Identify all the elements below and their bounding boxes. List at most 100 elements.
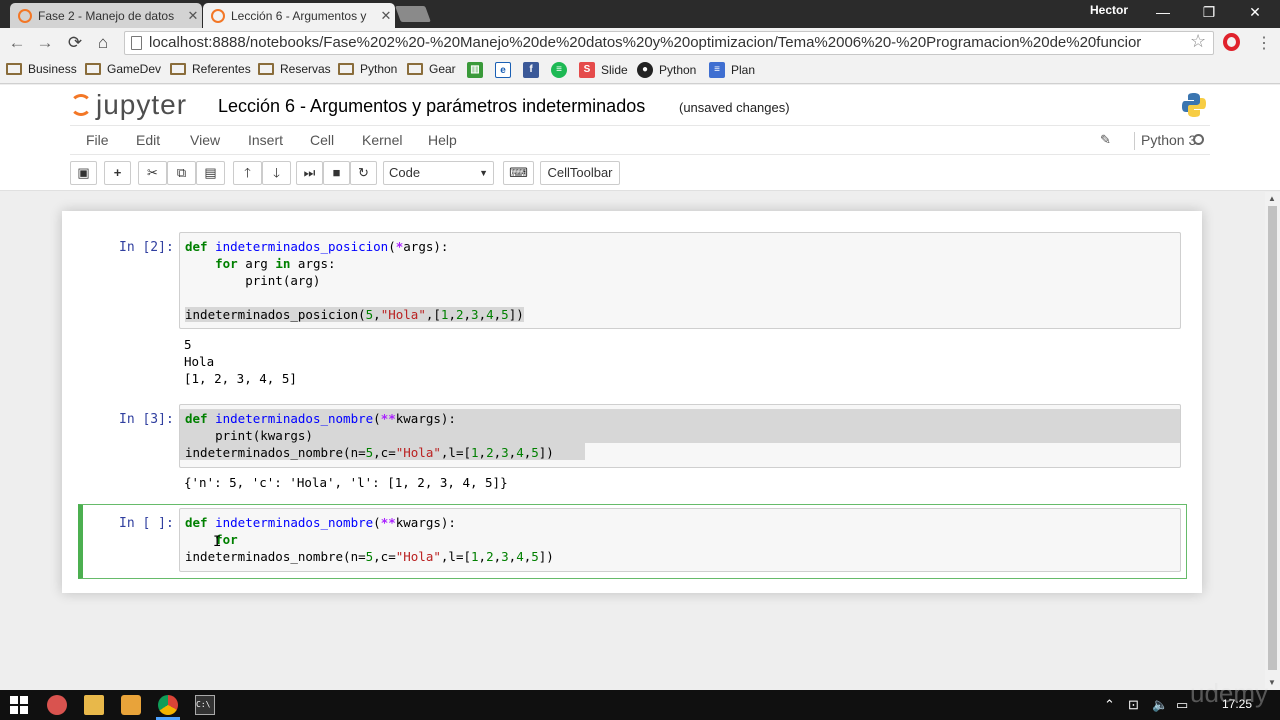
page-icon bbox=[131, 36, 142, 50]
reload-icon[interactable]: ⟳ bbox=[64, 32, 86, 54]
browser-menu-icon[interactable]: ⋮ bbox=[1256, 33, 1272, 53]
chevron-down-icon: ▼ bbox=[479, 168, 488, 178]
menu-cell[interactable]: Cell bbox=[310, 132, 334, 148]
terminal-icon[interactable]: C:\ bbox=[195, 695, 215, 715]
bookmarks-bar: Business GameDev Referentes Reservas Pyt… bbox=[0, 58, 1280, 84]
menu-help[interactable]: Help bbox=[428, 132, 457, 148]
slide-icon: S bbox=[579, 62, 595, 78]
command-palette-button[interactable]: ⌨ bbox=[503, 161, 534, 185]
menu-insert[interactable]: Insert bbox=[248, 132, 283, 148]
edit-mode-pencil-icon: ✎ bbox=[1100, 132, 1111, 147]
plan-icon: ≡ bbox=[709, 62, 725, 78]
bookmark-referentes[interactable]: Referentes bbox=[170, 62, 251, 76]
chrome-icon[interactable] bbox=[158, 695, 178, 715]
bookmark-python-folder[interactable]: Python bbox=[338, 62, 397, 76]
bookmark-trello[interactable]: ▥ bbox=[467, 62, 489, 78]
address-bar[interactable]: localhost:8888/notebooks/Fase%202%20-%20… bbox=[124, 31, 1214, 55]
code-cell-source[interactable]: def indeterminados_nombre(**kwargs): pri… bbox=[185, 410, 554, 461]
bookmark-gear[interactable]: Gear bbox=[407, 62, 456, 76]
windows-start-icon[interactable] bbox=[9, 695, 29, 715]
run-cell-button[interactable]: ⏭ bbox=[296, 161, 323, 185]
scroll-down-icon[interactable]: ▼ bbox=[1268, 678, 1276, 687]
scroll-up-icon[interactable]: ▲ bbox=[1268, 194, 1276, 203]
keyboard-icon: ⌨ bbox=[509, 165, 528, 180]
cell-type-select[interactable]: Code ▼ bbox=[383, 161, 494, 185]
restore-icon[interactable]: ❐ bbox=[1194, 4, 1224, 22]
copy-button[interactable]: ⧉ bbox=[167, 161, 196, 185]
notifications-icon[interactable]: ▭ bbox=[1176, 697, 1188, 713]
cut-button[interactable]: ✂ bbox=[138, 161, 167, 185]
home-icon[interactable]: ⌂ bbox=[92, 32, 114, 54]
refresh-icon: ↻ bbox=[358, 165, 369, 180]
folder-icon bbox=[85, 63, 101, 75]
profile-name[interactable]: Hector bbox=[1090, 3, 1130, 17]
move-down-button[interactable]: 🡓 bbox=[262, 161, 291, 185]
browser-toolbar: ← → ⟳ ⌂ localhost:8888/notebooks/Fase%20… bbox=[0, 28, 1280, 58]
jupyter-header: jupyter Lección 6 - Argumentos y parámet… bbox=[0, 85, 1280, 191]
kernel-idle-icon bbox=[1193, 134, 1204, 145]
bookmark-reservas[interactable]: Reservas bbox=[258, 62, 331, 76]
bookmark-docs[interactable]: e bbox=[495, 62, 517, 78]
folder-icon bbox=[407, 63, 423, 75]
kernel-indicator: Python 3 bbox=[1130, 132, 1196, 151]
new-tab-button[interactable] bbox=[395, 6, 431, 22]
bookmark-label: Slide bbox=[601, 63, 628, 77]
page-scrollbar[interactable]: ▲ ▼ bbox=[1265, 192, 1280, 690]
text-cursor-icon: I bbox=[213, 534, 222, 550]
interrupt-button[interactable]: ■ bbox=[323, 161, 350, 185]
bookmark-business[interactable]: Business bbox=[6, 62, 77, 76]
menu-edit[interactable]: Edit bbox=[136, 132, 160, 148]
plus-icon: + bbox=[113, 165, 122, 180]
insert-cell-button[interactable]: + bbox=[104, 161, 131, 185]
folder-icon bbox=[6, 63, 22, 75]
udemy-watermark: udemy bbox=[1190, 678, 1269, 708]
notebook-title[interactable]: Lección 6 - Argumentos y parámetros inde… bbox=[218, 96, 645, 117]
output-line: [1, 2, 3, 4, 5] bbox=[184, 371, 297, 386]
paste-icon: ▤ bbox=[204, 165, 217, 180]
network-icon[interactable]: ⊡ bbox=[1128, 697, 1139, 713]
paste-button[interactable]: ▤ bbox=[196, 161, 225, 185]
bookmark-gamedev[interactable]: GameDev bbox=[85, 62, 161, 76]
bookmark-slide[interactable]: S Slide bbox=[579, 62, 628, 78]
bookmark-plan[interactable]: ≡ Plan bbox=[709, 62, 755, 78]
cell-prompt: In [ ]: bbox=[119, 516, 174, 531]
opera-extension-icon[interactable] bbox=[1223, 33, 1240, 51]
close-tab-icon[interactable]: ✕ bbox=[184, 8, 202, 24]
tab-fase2[interactable]: Fase 2 - Manejo de datos ✕ bbox=[10, 3, 202, 28]
bookmark-label: Python bbox=[659, 63, 697, 77]
menu-kernel[interactable]: Kernel bbox=[362, 132, 402, 148]
jupyter-logo[interactable]: jupyter bbox=[70, 89, 187, 121]
volume-icon[interactable]: 🔈 bbox=[1152, 697, 1168, 713]
move-up-button[interactable]: 🡑 bbox=[233, 161, 262, 185]
close-tab-icon[interactable]: ✕ bbox=[377, 8, 395, 24]
menu-bar: File Edit View Insert Cell Kernel Help ✎… bbox=[70, 125, 1210, 155]
arrow-down-icon: 🡓 bbox=[273, 165, 280, 180]
close-window-icon[interactable]: ✕ bbox=[1240, 4, 1270, 22]
bookmark-facebook[interactable]: f bbox=[523, 62, 545, 78]
jupyter-favicon-icon bbox=[211, 8, 225, 23]
code-cell-source[interactable]: def indeterminados_posicion(*args): for … bbox=[185, 238, 524, 323]
app-icon[interactable] bbox=[47, 695, 67, 715]
back-icon[interactable]: ← bbox=[6, 32, 28, 54]
menu-file[interactable]: File bbox=[86, 132, 109, 148]
folder-icon bbox=[170, 63, 186, 75]
code-cell-source[interactable]: def indeterminados_nombre(**kwargs): for… bbox=[185, 514, 554, 565]
restart-button[interactable]: ↻ bbox=[350, 161, 377, 185]
tray-chevron-up-icon[interactable]: ⌃ bbox=[1104, 697, 1115, 713]
tab-title: Fase 2 - Manejo de datos bbox=[38, 8, 175, 23]
scrollbar-thumb[interactable] bbox=[1268, 206, 1277, 670]
bookmark-spotify[interactable]: ≡ bbox=[551, 62, 573, 78]
save-button[interactable]: ▣ bbox=[70, 161, 97, 185]
bookmark-python-github[interactable]: ● Python bbox=[637, 62, 696, 78]
bookmark-star-icon[interactable]: ☆ bbox=[1190, 31, 1206, 52]
forward-icon[interactable]: → bbox=[34, 32, 56, 54]
output-line: Hola bbox=[184, 354, 215, 369]
file-explorer-icon[interactable] bbox=[84, 695, 104, 715]
celltoolbar-button[interactable]: CellToolbar bbox=[540, 161, 620, 185]
minimize-icon[interactable]: — bbox=[1148, 4, 1178, 22]
menu-view[interactable]: View bbox=[190, 132, 220, 148]
media-player-icon[interactable] bbox=[121, 695, 141, 715]
notebook-area: In [2]: def indeterminados_posicion(*arg… bbox=[0, 192, 1265, 690]
bookmark-label: Referentes bbox=[192, 62, 251, 76]
tab-leccion6[interactable]: Lección 6 - Argumentos y ✕ bbox=[203, 3, 395, 28]
